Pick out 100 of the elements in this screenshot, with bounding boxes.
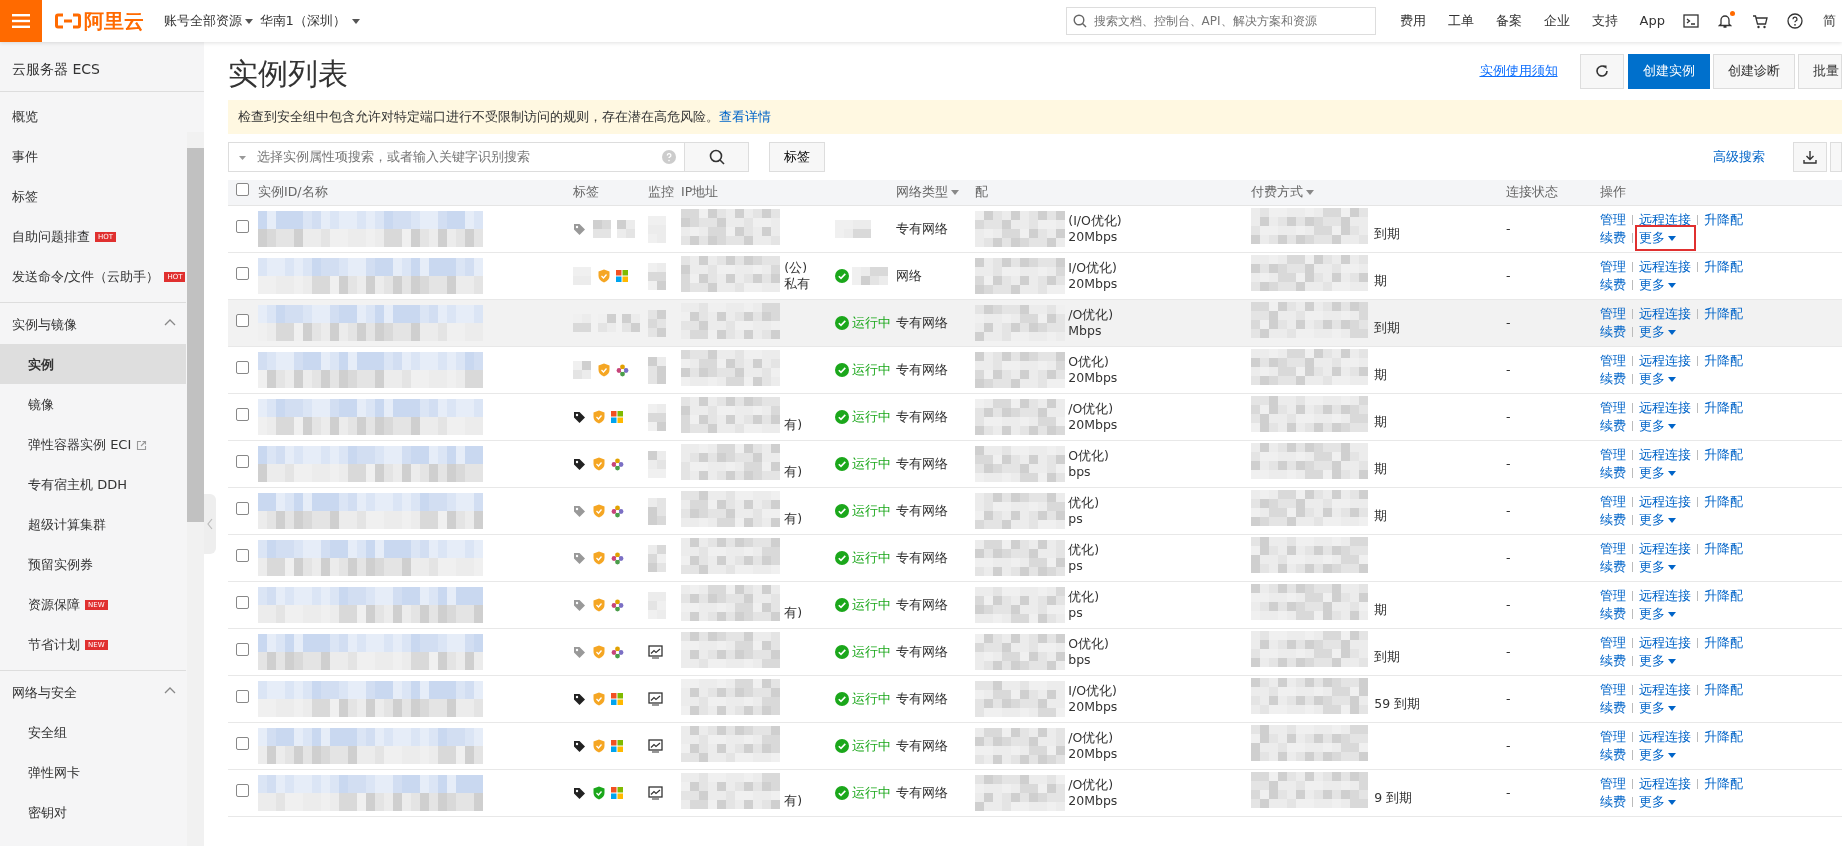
action-link[interactable]: 升降配 xyxy=(1704,446,1743,464)
action-link[interactable]: 续费 xyxy=(1600,699,1626,717)
terminal-icon[interactable] xyxy=(1682,14,1699,28)
nav-link[interactable]: 工单 xyxy=(1447,11,1474,31)
bell-icon[interactable] xyxy=(1718,13,1732,29)
sidebar-item[interactable]: 预留实例券 xyxy=(0,544,186,584)
chevron-icon[interactable] xyxy=(164,319,176,326)
action-link[interactable]: 续费 xyxy=(1600,464,1626,482)
action-link[interactable]: 升降配 xyxy=(1704,540,1743,558)
action-link[interactable]: 远程连接 xyxy=(1639,493,1691,511)
nav-link[interactable]: 费用 xyxy=(1399,11,1426,31)
sidebar-group[interactable]: 实例与镜像 xyxy=(12,315,77,344)
action-link[interactable]: 续费 xyxy=(1600,605,1626,623)
menu-button[interactable] xyxy=(0,0,42,42)
more-dropdown[interactable]: 更多 xyxy=(1639,323,1677,341)
account-selector[interactable]: 账号全部资源 xyxy=(163,11,242,31)
action-link[interactable]: 管理 xyxy=(1600,493,1626,511)
more-dropdown[interactable]: 更多 xyxy=(1639,511,1677,529)
select-all-checkbox[interactable] xyxy=(236,183,249,197)
action-link[interactable]: 远程连接 xyxy=(1639,540,1691,558)
nav-link[interactable]: 企业 xyxy=(1543,11,1570,31)
action-link[interactable]: 升降配 xyxy=(1704,634,1743,652)
sidebar-item[interactable]: 专有宿主机 DDH xyxy=(0,464,186,504)
nav-link[interactable]: App xyxy=(1639,11,1665,31)
action-link[interactable]: 管理 xyxy=(1600,211,1626,229)
sidebar-item[interactable]: 密钥对 xyxy=(0,792,186,832)
action-link[interactable]: 升降配 xyxy=(1704,258,1743,276)
row-checkbox[interactable] xyxy=(236,501,249,515)
row-checkbox[interactable] xyxy=(236,783,249,797)
row-checkbox[interactable] xyxy=(236,454,249,468)
row-checkbox[interactable] xyxy=(236,313,249,327)
search-box[interactable]: 选择实例属性项搜索，或者输入关键字识别搜索 xyxy=(228,142,685,172)
action-link[interactable]: 管理 xyxy=(1600,540,1626,558)
action-link[interactable]: 远程连接 xyxy=(1639,587,1691,605)
action-link[interactable]: 远程连接 xyxy=(1639,728,1691,746)
action-link[interactable]: 升降配 xyxy=(1704,587,1743,605)
action-link[interactable]: 续费 xyxy=(1600,276,1626,294)
notice-link[interactable]: 实例使用须知 xyxy=(1479,61,1558,81)
action-link[interactable]: 续费 xyxy=(1600,558,1626,576)
action-link[interactable]: 管理 xyxy=(1600,775,1626,793)
row-checkbox[interactable] xyxy=(236,219,249,233)
action-link[interactable]: 管理 xyxy=(1600,352,1626,370)
row-checkbox[interactable] xyxy=(236,407,249,421)
sidebar-item[interactable]: 实例 xyxy=(0,344,186,384)
more-dropdown[interactable]: 更多 xyxy=(1639,417,1677,435)
monitor-icon[interactable] xyxy=(648,786,663,800)
row-checkbox[interactable] xyxy=(236,689,249,703)
action-link[interactable]: 远程连接 xyxy=(1639,775,1691,793)
more-dropdown[interactable]: 更多 xyxy=(1639,464,1677,482)
help-icon[interactable] xyxy=(1787,13,1803,29)
row-checkbox[interactable] xyxy=(236,266,249,280)
action-link[interactable]: 续费 xyxy=(1600,793,1626,811)
region-selector[interactable]: 华南1（深圳） xyxy=(259,11,346,31)
row-checkbox[interactable] xyxy=(236,360,249,374)
action-link[interactable]: 升降配 xyxy=(1704,211,1743,229)
sidebar-item[interactable]: 自助问题排查 $^{HOT}$ xyxy=(0,216,186,256)
details-link[interactable]: 查看详情 xyxy=(719,109,771,124)
action-link[interactable]: 远程连接 xyxy=(1639,352,1691,370)
action-link[interactable]: 远程连接 xyxy=(1639,399,1691,417)
more-dropdown[interactable]: 更多 xyxy=(1639,229,1693,247)
search-field[interactable]: 搜索文档、控制台、API、解决方案和资源 xyxy=(1065,7,1376,35)
action-link[interactable]: 远程连接 xyxy=(1639,681,1691,699)
action-link[interactable]: 升降配 xyxy=(1704,728,1743,746)
row-checkbox[interactable] xyxy=(236,736,249,750)
sidebar-item[interactable]: 节省计划 $^{NEW}$ xyxy=(0,624,186,664)
action-link[interactable]: 管理 xyxy=(1600,258,1626,276)
action-link[interactable]: 续费 xyxy=(1600,417,1626,435)
chevron-icon[interactable] xyxy=(164,687,176,694)
collapse-handle[interactable] xyxy=(204,494,216,554)
action-link[interactable]: 升降配 xyxy=(1704,352,1743,370)
action-link[interactable]: 远程连接 xyxy=(1639,258,1691,276)
more-dropdown[interactable]: 更多 xyxy=(1639,370,1677,388)
sidebar-item[interactable]: 资源保障 $^{NEW}$ xyxy=(0,584,186,624)
more-dropdown[interactable]: 更多 xyxy=(1639,652,1677,670)
search-button[interactable] xyxy=(685,142,749,172)
more-dropdown[interactable]: 更多 xyxy=(1639,276,1677,294)
sidebar-item[interactable]: 弹性容器实例 ECI xyxy=(0,424,186,464)
nav-link[interactable]: 支持 xyxy=(1591,11,1618,31)
row-checkbox[interactable] xyxy=(236,642,249,656)
action-link[interactable]: 升降配 xyxy=(1704,399,1743,417)
more-dropdown[interactable]: 更多 xyxy=(1639,746,1677,764)
nav-link[interactable]: 备案 xyxy=(1495,11,1522,31)
more-dropdown[interactable]: 更多 xyxy=(1639,699,1677,717)
action-link[interactable]: 续费 xyxy=(1600,511,1626,529)
monitor-icon[interactable] xyxy=(648,739,663,753)
row-checkbox[interactable] xyxy=(236,595,249,609)
more-dropdown[interactable]: 更多 xyxy=(1639,558,1677,576)
monitor-icon[interactable] xyxy=(648,645,663,659)
sidebar-item[interactable]: 概览 xyxy=(0,96,186,136)
sidebar-group[interactable]: 网络与安全 xyxy=(12,683,77,712)
download-button[interactable] xyxy=(1793,142,1827,172)
action-link[interactable]: 远程连接 xyxy=(1639,634,1691,652)
create-button[interactable]: 创建实例 xyxy=(1627,53,1710,89)
sidebar-item[interactable]: 超级计算集群 xyxy=(0,504,186,544)
sidebar-item[interactable]: 标签 xyxy=(0,176,186,216)
more-dropdown[interactable]: 更多 xyxy=(1639,605,1677,623)
action-link[interactable]: 管理 xyxy=(1600,728,1626,746)
action-link[interactable]: 升降配 xyxy=(1704,305,1743,323)
action-link[interactable]: 管理 xyxy=(1600,681,1626,699)
sidebar-item[interactable]: 镜像 xyxy=(0,384,186,424)
